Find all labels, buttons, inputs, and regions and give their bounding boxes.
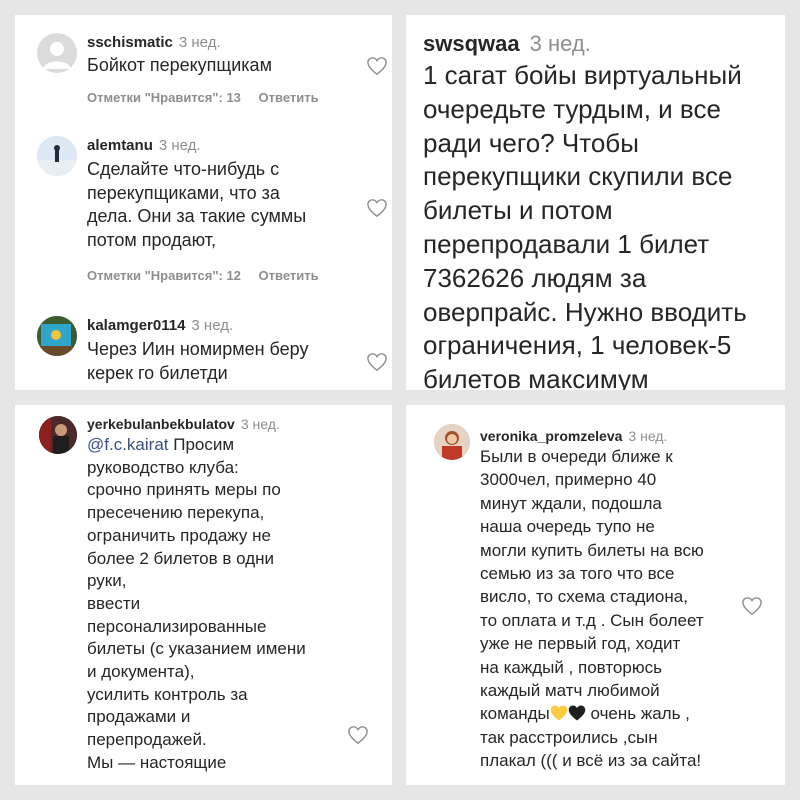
comment-text-line: перекупщиками, что за [87,182,280,203]
comment-text-line: керек го билетди [87,363,228,383]
comment-text-line: 3000чел, примерно 40 [480,470,657,490]
reply-button[interactable]: Ответить [259,90,319,105]
reply-button[interactable]: Ответить [259,268,319,283]
comment-text-line: могли купить билеты на всю [480,540,704,560]
comment-text-line: на каждый , повторюсь [480,657,662,677]
likes-count-link[interactable]: Отметки "Нравится": 13 [87,90,241,105]
comment-text-line: пресечению перекупа, [87,503,265,523]
avatar-photo [434,424,470,460]
comment-text-line: висло, то схема стадиона, [480,587,688,607]
comment-text-fragment: Просим [168,435,235,454]
avatar[interactable] [39,416,77,454]
comment-text-line: более 2 билетов в одни [87,548,275,568]
comment-text-line: ограничить продажу не [87,525,271,545]
comment-username[interactable]: alemtanu [87,137,153,154]
avatar-photo [37,316,77,356]
comment-text-line: так расстроились ,сын [480,727,658,747]
comment-time: 3 нед. [529,31,591,56]
comment-text-line: руководство клуба: [87,457,239,477]
comment-text-line: ограничения, 1 человек-5 [423,330,732,361]
comment-text-line: дела. Они за такие суммы [87,206,307,226]
likes-count-link[interactable]: Отметки "Нравится": 12 [87,268,241,283]
comment-text-fragment: команды [480,704,550,724]
avatar-photo [39,416,77,454]
like-heart-icon[interactable] [347,725,369,745]
comment-text-line: оверпрайс. Нужно вводить [423,296,747,327]
mention-link[interactable]: @f.c.kairat [87,435,169,454]
comment-text-line: персонализированные [87,616,267,636]
avatar[interactable] [37,33,77,73]
yellow-heart-icon [550,705,568,721]
comment-text-line: каждый матч любимой [480,681,660,701]
like-heart-icon[interactable] [366,198,388,218]
avatar[interactable] [434,424,470,460]
comment-text-fragment: очень жаль , [585,704,690,724]
comment-text-line: перекупщики скупили все [423,161,733,192]
comment-text-line: Сделайте что-нибудь с [87,159,280,179]
comment-text-line: наша очередь тупо не [480,517,655,537]
comment-panel-veronika-promzeleva: veronika_promzeleva 3 нед. Были в очереди… [406,405,785,785]
comment-text: Бойкот перекупщикам [87,55,272,75]
comment-text-line: минут ждали, подошла [480,493,662,513]
comment-time: 3 нед. [628,428,668,444]
comment-time: 3 нед. [158,137,201,154]
comment-text-line: то оплата и т.д . Сын болеет [480,610,704,630]
avatar[interactable] [37,316,77,356]
comment-username[interactable]: yerkebulanbekbulatov [87,416,235,432]
comment-panel-swsqwaa: swsqwaa 3 нед. 1 сагат бойы виртуальный о… [406,15,785,390]
comment-text-line: ради чего? Чтобы [423,127,639,158]
comment-time: 3 нед. [240,416,280,432]
comment-text: Были в очереди ближе к 3000чел, примерно… [480,445,704,773]
comment-text-line: и документа), [87,662,195,682]
comment-text-line: билетов максимум [423,364,649,390]
comment-text-line: команды очень жаль , [480,702,704,725]
comment-text-line: плакал ((( и всё из за сайта! [480,751,702,771]
comment-text-line: @f.c.kairat Просим [87,434,306,457]
comment-text-line: ввести [87,593,141,613]
comment-text: @f.c.kairat Просим руководство клуба: ср… [87,434,306,775]
comment-text-line: 1 сагат бойы виртуальный [423,60,742,90]
comment-text-line: семью из за того что все [480,564,675,584]
comment-time: 3 нед. [191,317,234,334]
comment-text-line: 7362626 людям за [423,262,647,293]
like-heart-icon[interactable] [366,352,388,372]
comment-text-line: уже не первый год, ходит [480,634,681,654]
like-heart-icon[interactable] [741,596,763,616]
comment-text-line: продажами и [87,707,191,727]
comment-text: Через Иин номирмен беру керек го билетди [87,337,308,385]
default-user-icon [43,42,71,69]
comment-text-line: усилить контроль за [87,684,248,704]
comment-text: 1 сагат бойы виртуальный очередьте турды… [423,59,747,390]
comment-username[interactable]: kalamger0114 [87,317,185,334]
comment-text-line: билеты (с указанием имени [87,639,306,659]
comment-text-line: срочно принять меры по [87,480,281,500]
avatar[interactable] [37,136,77,176]
comment-text-line: Были в очереди ближе к [480,447,673,466]
comment-username[interactable]: sschismatic [87,34,173,51]
comment-panel-yerkebulanbekbulatov: yerkebulanbekbulatov 3 нед. @f.c.kairat П… [15,405,392,785]
comment-text-line: Мы — настоящие [87,752,227,772]
comment-text-line: руки, [87,571,127,591]
comment-text: Сделайте что-нибудь с перекупщиками, что… [87,158,306,252]
avatar-photo [37,136,77,176]
like-heart-icon[interactable] [366,56,388,76]
comment-text-line: перепродавали 1 билет [423,228,710,259]
comment-text-line: перепродажей. [87,730,207,750]
comment-time: 3 нед. [178,34,221,51]
comment-text-line: билеты и потом [423,195,613,226]
black-heart-icon [568,705,586,721]
comment-text-line: очередьте турдым, и все [423,93,721,124]
comment-username[interactable]: veronika_promzeleva [480,428,622,444]
comment-username[interactable]: swsqwaa [423,31,520,56]
comments-panel-1: sschismatic 3 нед. Бойкот перекупщикам От… [15,15,392,390]
comment-text-line: потом продают, [87,229,217,250]
comment-text-line: Через Иин номирмен беру [87,339,309,359]
